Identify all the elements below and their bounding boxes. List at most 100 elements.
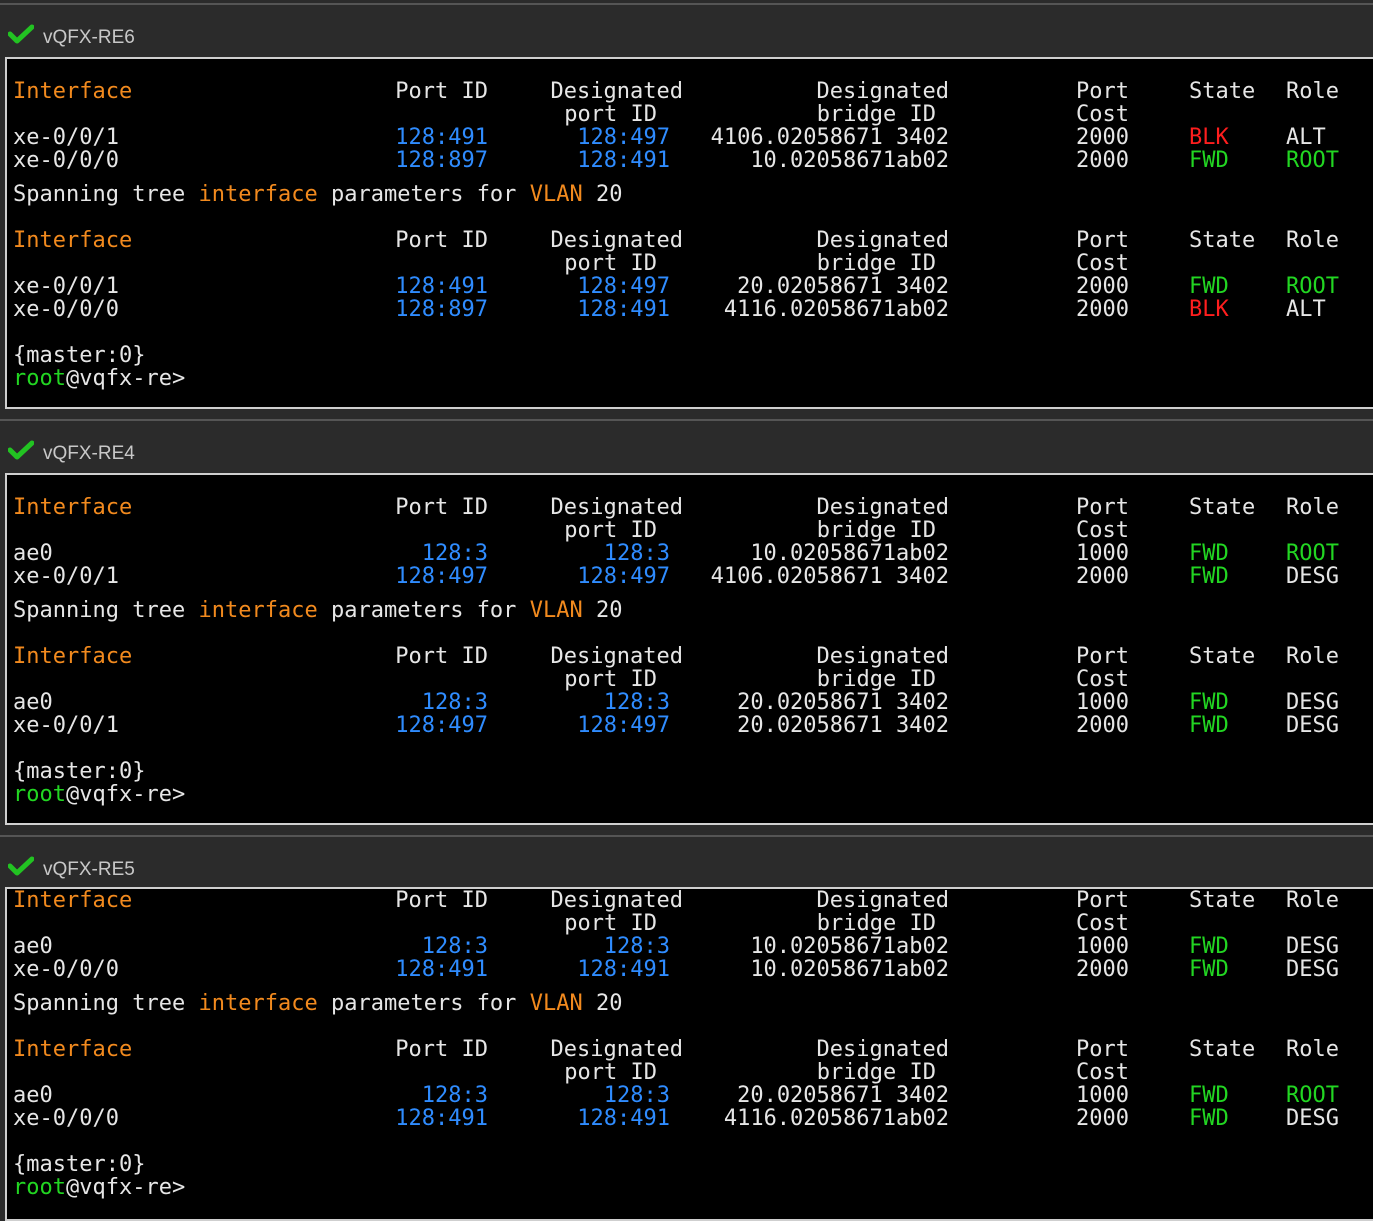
row-designated-bridge: 20.02058671 3402 — [737, 713, 949, 738]
row-designated-port: 128:3 — [603, 690, 670, 715]
session-title: vQFX-RE4 — [43, 443, 135, 464]
table-row: xe-0/0/0 128:897 128:491 4116.02058671ab02 2… — [7, 298, 1373, 321]
row-port-id: 128:497 — [395, 564, 488, 589]
row-cost: 1000 — [1076, 934, 1129, 959]
header-port: Port — [1076, 644, 1129, 669]
table-header-2: port ID bridge ID Cost — [7, 668, 1373, 691]
cli-context-text: {master:0} — [13, 759, 146, 784]
header-role: Role — [1286, 1037, 1339, 1062]
cli-prompt: root @vqfx-re> — [7, 1176, 1373, 1199]
row-role: DESG — [1286, 690, 1339, 715]
vlan-heading-part: 20 — [582, 182, 623, 207]
header-port: Port — [1076, 1037, 1129, 1062]
row-role: ROOT — [1286, 1083, 1339, 1108]
header-designated-bridge: Designated — [816, 644, 949, 669]
table-header-2: port ID bridge ID Cost — [7, 103, 1373, 126]
row-interface: xe-0/0/1 — [13, 125, 119, 150]
cli-context-text: {master:0} — [13, 1152, 146, 1177]
row-designated-bridge: 10.02058671ab02 — [750, 934, 949, 959]
vlan-heading-part: parameters for — [317, 598, 530, 623]
row-cost: 2000 — [1076, 1106, 1129, 1131]
vlan-heading-part: Spanning tree — [13, 991, 199, 1016]
prompt-user: root — [13, 1175, 66, 1200]
table-row: ae0 128:3 128:3 20.02058671 3402 1000 FWD ROOT — [7, 1084, 1373, 1107]
cli-prompt: root @vqfx-re> — [7, 783, 1373, 806]
prompt-host: @vqfx-re> — [66, 782, 186, 807]
header-role: Role — [1286, 79, 1339, 104]
row-port-id: 128:3 — [421, 934, 488, 959]
table-row: ae0 128:3 128:3 10.02058671ab02 1000 FWD ROOT — [7, 542, 1373, 565]
row-port-id: 128:897 — [395, 297, 488, 322]
header-role: Role — [1286, 888, 1339, 913]
row-designated-port: 128:497 — [577, 125, 670, 150]
header-designated-port: Designated — [550, 79, 683, 104]
row-state: FWD — [1189, 541, 1229, 566]
header-port-id-2: port ID — [564, 251, 657, 276]
header-port-id: Port ID — [395, 79, 488, 104]
row-designated-bridge: 4106.02058671 3402 — [710, 564, 949, 589]
session-titlebar[interactable]: vQFX-RE6 — [0, 3, 1373, 55]
terminal-output[interactable]: Interface Port ID Designated Designated Port… — [5, 57, 1373, 409]
header-designated-port: Designated — [550, 888, 683, 913]
table-header: Interface Port ID Designated Designated Port… — [7, 645, 1373, 668]
row-port-id: 128:491 — [395, 125, 488, 150]
row-designated-port: 128:491 — [577, 297, 670, 322]
header-bridge-id-2: bridge ID — [816, 1060, 936, 1085]
vlan-heading-part: Spanning tree — [13, 182, 199, 207]
row-state: FWD — [1189, 148, 1229, 173]
table-header-2: port ID bridge ID Cost — [7, 519, 1373, 542]
session-titlebar[interactable]: vQFX-RE5 — [0, 835, 1373, 887]
cli-context: {master:0} — [7, 1153, 1373, 1176]
header-bridge-id-2: bridge ID — [816, 251, 936, 276]
terminal-output[interactable]: Interface Port ID Designated Designated Port… — [5, 887, 1373, 1221]
row-designated-port: 128:497 — [577, 564, 670, 589]
table-row: xe-0/0/1 128:491 128:497 4106.02058671 3402… — [7, 126, 1373, 149]
row-role: ROOT — [1286, 541, 1339, 566]
header-state: State — [1189, 79, 1256, 104]
row-designated-port: 128:491 — [577, 957, 670, 982]
row-role: ALT — [1286, 297, 1326, 322]
row-role: DESG — [1286, 564, 1339, 589]
checkmark-icon — [7, 24, 35, 44]
row-port-id: 128:897 — [395, 148, 488, 173]
header-port: Port — [1076, 79, 1129, 104]
header-bridge-id-2: bridge ID — [816, 102, 936, 127]
row-designated-port: 128:491 — [577, 1106, 670, 1131]
row-designated-port: 128:491 — [577, 148, 670, 173]
header-bridge-id-2: bridge ID — [816, 667, 936, 692]
vlan-heading-part: Spanning tree — [13, 598, 199, 623]
row-interface: xe-0/0/1 — [13, 564, 119, 589]
cli-context: {master:0} — [7, 344, 1373, 367]
table-header: Interface Port ID Designated Designated Port… — [7, 80, 1373, 103]
row-state: FWD — [1189, 1106, 1229, 1131]
vlan-heading-part: VLAN — [529, 991, 583, 1016]
header-designated-port: Designated — [550, 228, 683, 253]
table-header: Interface Port ID Designated Designated Port… — [7, 889, 1373, 912]
header-port-id-2: port ID — [564, 667, 657, 692]
row-designated-port: 128:3 — [603, 1083, 670, 1108]
table-header-2: port ID bridge ID Cost — [7, 912, 1373, 935]
row-cost: 2000 — [1076, 297, 1129, 322]
row-port-id: 128:3 — [421, 690, 488, 715]
terminal-output[interactable]: Interface Port ID Designated Designated Port… — [5, 473, 1373, 825]
vlan-heading-part: 20 — [582, 598, 623, 623]
header-designated-port: Designated — [550, 644, 683, 669]
header-designated-bridge: Designated — [816, 1037, 949, 1062]
header-cost: Cost — [1076, 667, 1129, 692]
row-state: FWD — [1189, 957, 1229, 982]
row-designated-port: 128:497 — [577, 274, 670, 299]
session-titlebar[interactable]: vQFX-RE4 — [0, 419, 1373, 471]
row-role: DESG — [1286, 957, 1339, 982]
table-row: xe-0/0/0 128:491 128:491 4116.02058671ab02 2… — [7, 1107, 1373, 1130]
header-designated-bridge: Designated — [816, 888, 949, 913]
header-cost: Cost — [1076, 911, 1129, 936]
header-state: State — [1189, 228, 1256, 253]
row-cost: 2000 — [1076, 148, 1129, 173]
row-state: FWD — [1189, 564, 1229, 589]
header-designated-bridge: Designated — [816, 228, 949, 253]
header-port-id-2: port ID — [564, 518, 657, 543]
row-cost: 1000 — [1076, 690, 1129, 715]
header-port-id-2: port ID — [564, 102, 657, 127]
row-designated-bridge: 20.02058671 3402 — [737, 274, 949, 299]
row-designated-port: 128:497 — [577, 713, 670, 738]
